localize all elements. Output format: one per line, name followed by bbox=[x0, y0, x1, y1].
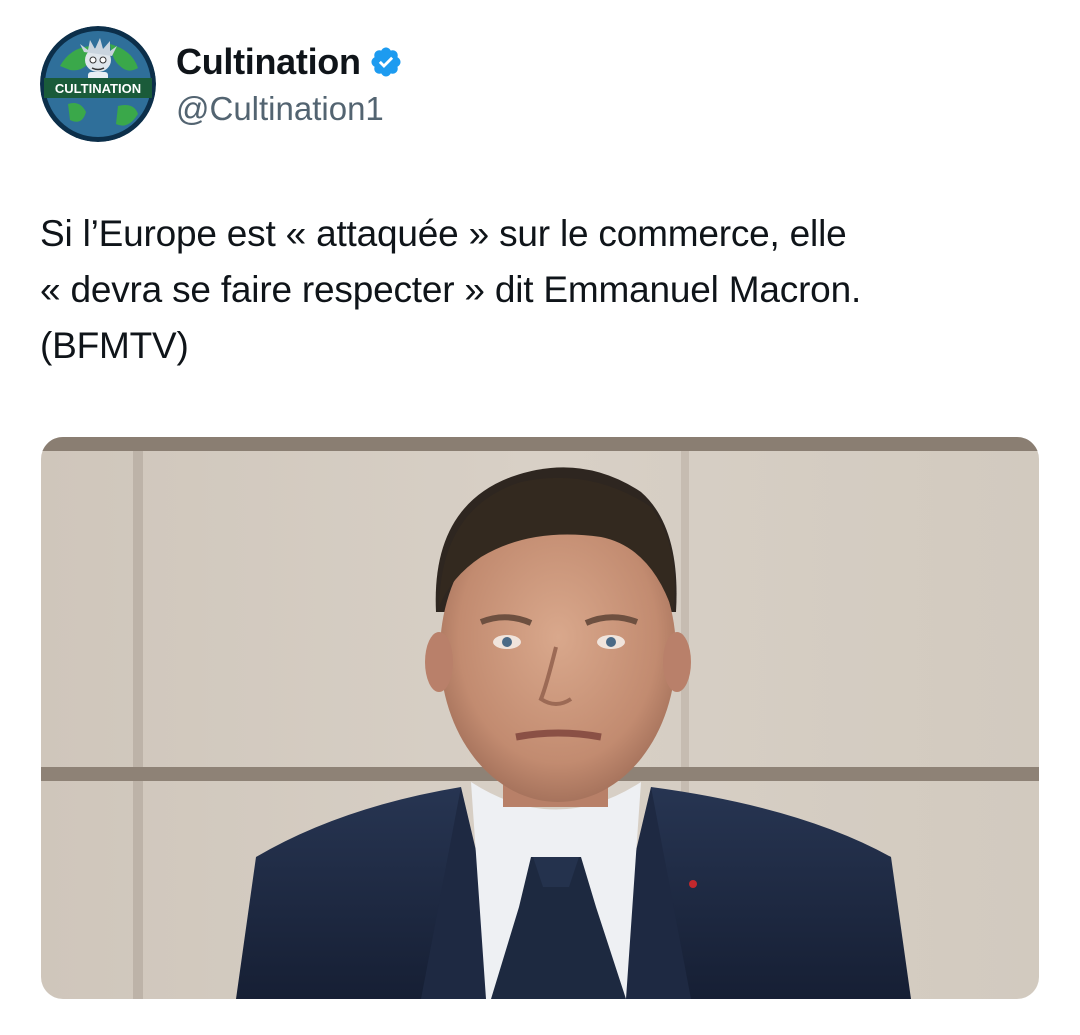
avatar-label: CULTINATION bbox=[55, 81, 141, 96]
name-row: Cultination bbox=[176, 40, 403, 84]
tweet-text: Si l’Europe est « attaquée » sur le comm… bbox=[40, 213, 862, 366]
photo-image bbox=[41, 437, 1039, 999]
handle[interactable]: @Cultination1 bbox=[176, 90, 403, 128]
verified-badge-icon bbox=[369, 45, 403, 79]
avatar[interactable]: CULTINATION bbox=[40, 26, 156, 142]
tweet-photo[interactable] bbox=[41, 437, 1039, 999]
author-names: Cultination @Cultination1 bbox=[176, 40, 403, 128]
display-name[interactable]: Cultination bbox=[176, 41, 361, 83]
avatar-image: CULTINATION bbox=[40, 26, 156, 142]
tweet-header: CULTINATION Cultination @Cultination1 bbox=[40, 26, 403, 142]
